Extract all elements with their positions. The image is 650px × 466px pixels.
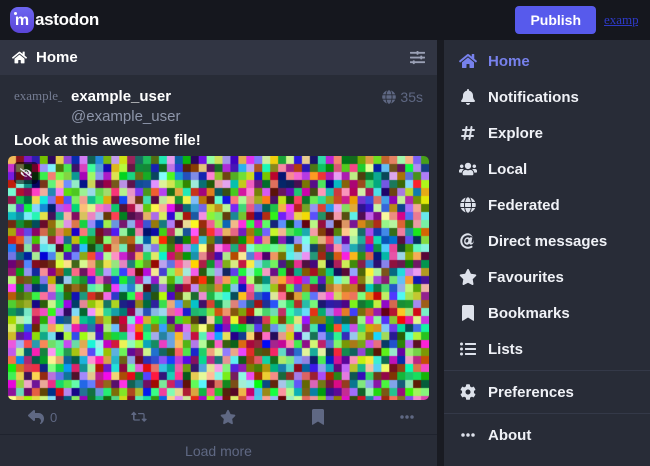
column-settings-button[interactable] xyxy=(410,50,425,65)
status-names: example_user @example_user xyxy=(71,88,373,126)
globe-icon xyxy=(459,197,477,213)
ellipsis-icon xyxy=(399,409,415,425)
globe-visibility-icon xyxy=(382,90,396,104)
hashtag-icon xyxy=(459,125,477,141)
sidebar-item-label: Explore xyxy=(488,125,543,142)
sidebar-item-local[interactable]: Local xyxy=(444,151,650,187)
media-attachment[interactable] xyxy=(8,156,429,400)
column-title: Home xyxy=(36,49,78,66)
boost-button[interactable] xyxy=(131,409,147,425)
sidebar-item-label: Lists xyxy=(488,341,523,358)
avatar[interactable]: example_user xyxy=(14,88,62,126)
status[interactable]: example_user example_user @example_user … xyxy=(0,75,437,434)
sidebar-item-label: Local xyxy=(488,161,527,178)
publish-button[interactable]: Publish xyxy=(515,6,596,34)
account-link[interactable]: examp xyxy=(604,12,638,28)
display-name[interactable]: example_user xyxy=(71,88,373,105)
bookmark-icon xyxy=(310,409,326,425)
timestamp-text: 35s xyxy=(400,89,423,105)
sidebar-item-notifications[interactable]: Notifications xyxy=(444,79,650,115)
boost-icon xyxy=(131,409,147,425)
main-layout: Home example_user example_user @example_… xyxy=(0,40,650,466)
load-more-button[interactable]: Load more xyxy=(0,434,437,466)
reply-count: 0 xyxy=(50,410,57,425)
mastodon-elephant-icon: m xyxy=(10,7,34,33)
column-header[interactable]: Home xyxy=(0,40,437,75)
logo-letter: m xyxy=(15,13,29,29)
status-text: Look at this awesome file! xyxy=(14,131,423,151)
sidebar-item-label: Preferences xyxy=(488,384,574,401)
sidebar-item-explore[interactable]: Explore xyxy=(444,115,650,151)
sidebar-item-label: Bookmarks xyxy=(488,305,570,322)
sidebar-item-about[interactable]: About xyxy=(444,417,650,453)
bookmark-icon xyxy=(459,305,477,321)
bell-icon xyxy=(459,89,477,105)
top-bar: m astodon Publish examp xyxy=(0,0,650,40)
mastodon-logo[interactable]: m astodon xyxy=(10,7,99,33)
at-icon xyxy=(459,233,477,249)
home-icon xyxy=(12,50,27,65)
sidebar-divider xyxy=(444,370,650,371)
sidebar-item-home[interactable]: Home xyxy=(444,43,650,79)
reply-icon xyxy=(28,409,44,425)
sidebar-item-label: Favourites xyxy=(488,269,564,286)
home-icon xyxy=(459,53,477,69)
status-timestamp[interactable]: 35s xyxy=(382,89,423,105)
navigation-panel: Home Notifications Explore Local Federat… xyxy=(444,40,650,466)
favourite-button[interactable] xyxy=(220,409,236,425)
noise-image-canvas xyxy=(8,156,429,400)
home-column: Home example_user example_user @example_… xyxy=(0,40,437,466)
sidebar-item-label: Federated xyxy=(488,197,560,214)
sidebar-item-direct-messages[interactable]: Direct messages xyxy=(444,223,650,259)
reply-button[interactable]: 0 xyxy=(28,409,57,425)
hide-media-button[interactable] xyxy=(14,162,38,184)
gear-icon xyxy=(459,384,477,400)
more-button[interactable] xyxy=(399,409,415,425)
status-action-bar: 0 xyxy=(14,400,423,434)
status-header: example_user example_user @example_user … xyxy=(14,88,423,126)
sidebar-divider xyxy=(444,413,650,414)
sidebar-item-bookmarks[interactable]: Bookmarks xyxy=(444,295,650,331)
bookmark-button[interactable] xyxy=(310,409,326,425)
eye-slash-icon xyxy=(20,167,32,179)
sidebar-item-label: Home xyxy=(488,53,530,70)
sidebar-item-label: Direct messages xyxy=(488,233,607,250)
account-handle: @example_user xyxy=(71,108,373,125)
sidebar-item-preferences[interactable]: Preferences xyxy=(444,374,650,410)
sidebar-item-label: About xyxy=(488,427,531,444)
star-icon xyxy=(220,409,236,425)
brand-wordmark: astodon xyxy=(35,10,99,30)
list-icon xyxy=(459,341,477,357)
sidebar-item-federated[interactable]: Federated xyxy=(444,187,650,223)
sliders-icon xyxy=(410,50,425,65)
users-icon xyxy=(459,161,477,177)
sidebar-item-lists[interactable]: Lists xyxy=(444,331,650,367)
ellipsis-icon xyxy=(459,427,477,443)
star-icon xyxy=(459,269,477,285)
sidebar-item-label: Notifications xyxy=(488,89,579,106)
sidebar-item-favourites[interactable]: Favourites xyxy=(444,259,650,295)
